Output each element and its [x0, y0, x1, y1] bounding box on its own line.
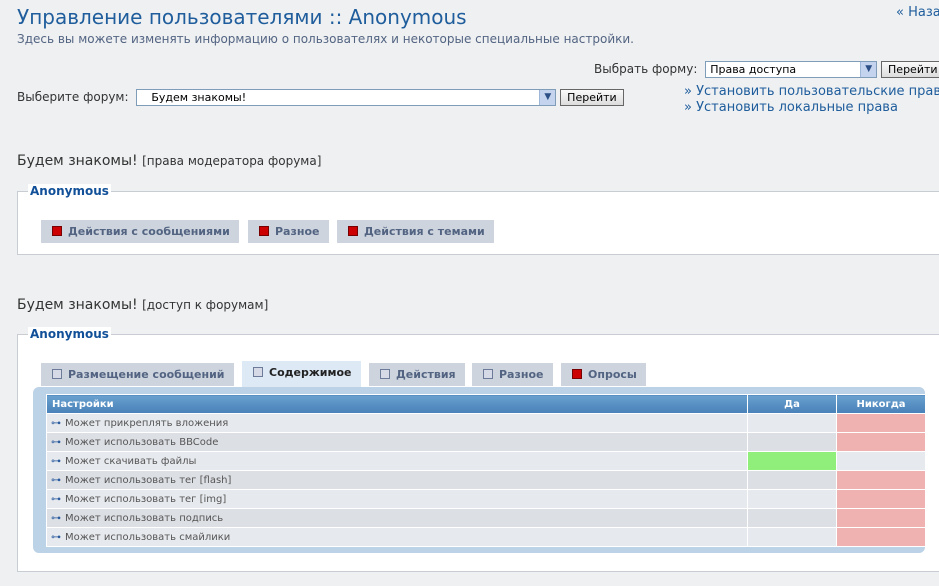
- status-empty-icon: [52, 369, 62, 379]
- forum-select-value: Будем знакомы!: [151, 91, 247, 104]
- forum-go-button[interactable]: Перейти: [560, 89, 624, 106]
- form-select-label: Выбрать форму:: [594, 62, 698, 76]
- section1-panel: Anonymous Действия с сообщениями Разное …: [17, 184, 939, 255]
- permission-never-cell[interactable]: [836, 489, 926, 509]
- tab-misc[interactable]: Разное: [248, 220, 329, 243]
- tab-polls[interactable]: Опросы: [561, 363, 646, 386]
- back-link[interactable]: « Наза: [896, 5, 939, 20]
- permission-never-cell[interactable]: [836, 413, 926, 433]
- permission-label: Может прикреплять вложения: [65, 417, 229, 429]
- tab-topic-actions[interactable]: Действия с темами: [337, 220, 494, 243]
- table-row: ⊶ Может использовать подпись: [46, 508, 926, 528]
- permission-setting: ⊶ Может прикреплять вложения: [46, 413, 748, 433]
- arrow-right-icon: ⊶: [51, 493, 61, 505]
- section1-user-legend: Anonymous: [28, 184, 111, 198]
- status-red-icon: [348, 226, 358, 236]
- section2-user-legend: Anonymous: [28, 327, 111, 341]
- form-select-row: Выбрать форму: Права доступа ▼ Перейти: [594, 61, 939, 78]
- section2-title: Будем знакомы! [доступ к форумам]: [17, 297, 269, 313]
- status-empty-icon: [483, 369, 493, 379]
- col-header-settings: Настройки: [46, 394, 748, 414]
- tab-post-actions[interactable]: Действия с сообщениями: [41, 220, 239, 243]
- permission-label: Может использовать тег [flash]: [65, 474, 232, 486]
- permission-setting: ⊶ Может скачивать файлы: [46, 451, 748, 471]
- permission-setting: ⊶ Может использовать смайлики: [46, 527, 748, 547]
- table-row: ⊶ Может использовать тег [img]: [46, 489, 926, 509]
- arrow-right-icon: ⊶: [51, 455, 61, 467]
- permission-never-cell[interactable]: [836, 508, 926, 528]
- permissions-table: Настройки Да Никогда ⊶ Может прикреплять …: [46, 394, 926, 547]
- status-red-icon: [572, 369, 582, 379]
- permission-setting: ⊶ Может использовать подпись: [46, 508, 748, 528]
- arrow-right-icon: ⊶: [51, 417, 61, 429]
- permission-label: Может использовать BBCode: [65, 436, 219, 448]
- link-user-permissions[interactable]: » Установить пользовательские прав: [684, 84, 939, 100]
- permission-yes-cell[interactable]: [747, 489, 837, 509]
- arrow-right-icon: ⊶: [51, 512, 61, 524]
- section2-panel: Anonymous Размещение сообщений Содержимо…: [17, 327, 939, 572]
- section1-title: Будем знакомы! [права модератора форума]: [17, 153, 322, 169]
- permission-setting: ⊶ Может использовать тег [img]: [46, 489, 748, 509]
- table-row: ⊶ Может использовать BBCode: [46, 432, 926, 452]
- arrow-right-icon: ⊶: [51, 436, 61, 448]
- permission-setting: ⊶ Может использовать тег [flash]: [46, 470, 748, 490]
- permission-never-cell[interactable]: [836, 432, 926, 452]
- forum-select[interactable]: Будем знакомы! ▼: [136, 89, 557, 106]
- permission-yes-cell[interactable]: [747, 432, 837, 452]
- table-row: ⊶ Может скачивать файлы: [46, 451, 926, 471]
- page-description: Здесь вы можете изменять информацию о по…: [17, 32, 634, 46]
- tab-content[interactable]: Содержимое: [242, 361, 361, 388]
- col-header-never: Никогда: [836, 394, 926, 414]
- form-select-value: Права доступа: [710, 63, 797, 76]
- page-title: Управление пользователями :: Anonymous: [17, 5, 467, 29]
- status-empty-icon: [253, 367, 263, 377]
- permission-never-cell[interactable]: [836, 527, 926, 547]
- col-header-yes: Да: [747, 394, 837, 414]
- arrow-right-icon: ⊶: [51, 531, 61, 543]
- permission-label: Может использовать смайлики: [65, 531, 231, 543]
- status-red-icon: [259, 226, 269, 236]
- permission-yes-cell[interactable]: [747, 527, 837, 547]
- tab-misc2[interactable]: Разное: [472, 363, 553, 386]
- permission-links: » Установить пользовательские прав » Уст…: [684, 84, 939, 116]
- status-red-icon: [52, 226, 62, 236]
- link-local-permissions[interactable]: » Установить локальные права: [684, 100, 939, 116]
- permission-label: Может использовать подпись: [65, 512, 224, 524]
- arrow-right-icon: ⊶: [51, 474, 61, 486]
- permission-yes-cell[interactable]: [747, 508, 837, 528]
- table-row: ⊶ Может прикреплять вложения: [46, 413, 926, 433]
- chevron-down-icon: ▼: [539, 90, 556, 105]
- form-go-button[interactable]: Перейти: [881, 61, 939, 78]
- permission-never-cell[interactable]: [836, 470, 926, 490]
- status-empty-icon: [380, 369, 390, 379]
- permission-yes-cell[interactable]: [747, 451, 837, 471]
- tab-actions[interactable]: Действия: [369, 363, 465, 386]
- form-select[interactable]: Права доступа ▼: [705, 61, 878, 78]
- permission-yes-cell[interactable]: [747, 470, 837, 490]
- chevron-down-icon: ▼: [860, 62, 877, 77]
- permission-label: Может использовать тег [img]: [65, 493, 227, 505]
- permission-yes-cell[interactable]: [747, 413, 837, 433]
- forum-select-row: Выберите форум: Будем знакомы! ▼ Перейти: [17, 89, 624, 106]
- table-row: ⊶ Может использовать смайлики: [46, 527, 926, 547]
- tab-posting[interactable]: Размещение сообщений: [41, 363, 234, 386]
- permission-label: Может скачивать файлы: [65, 455, 197, 467]
- permission-never-cell[interactable]: [836, 451, 926, 471]
- forum-select-label: Выберите форум:: [17, 90, 129, 104]
- table-row: ⊶ Может использовать тег [flash]: [46, 470, 926, 490]
- permission-setting: ⊶ Может использовать BBCode: [46, 432, 748, 452]
- permissions-table-wrap: Настройки Да Никогда ⊶ Может прикреплять …: [33, 387, 926, 553]
